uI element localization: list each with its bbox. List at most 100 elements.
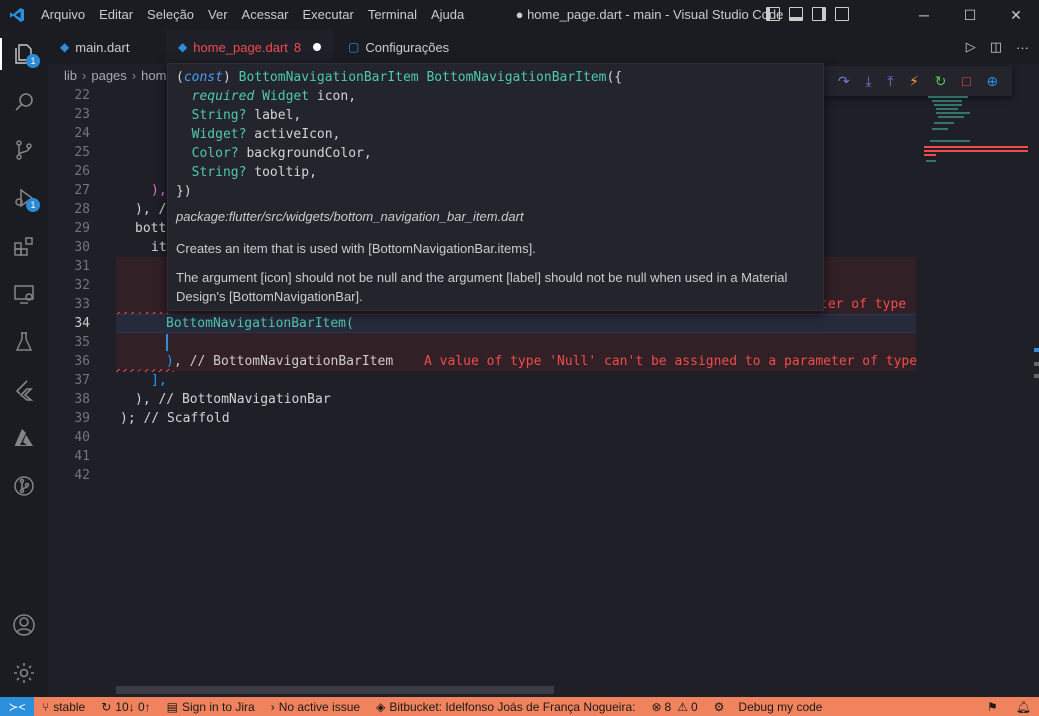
line-number: 31 [74,259,90,274]
vscode-logo-icon [0,0,34,30]
minimap-line [936,108,958,110]
code-line-27: ), [151,183,167,198]
branch-status[interactable]: ⑂ stable [34,700,93,714]
minimap-error-marker [924,150,1028,152]
debug-badge: 1 [26,198,40,212]
error-icon: ⊗ [651,699,662,714]
line-number: 23 [74,107,90,122]
explorer-icon[interactable]: 1 [0,30,48,78]
remote-indicator-icon[interactable]: ≻< [0,697,34,716]
debug-status[interactable]: ⚙ Debug my code [706,700,831,714]
line-number: 41 [74,449,90,464]
dart-file-icon: ◆ [60,40,70,54]
line-number: 39 [74,411,90,426]
dart-file-icon: ◆ [178,40,188,54]
flutter-icon[interactable] [0,366,48,414]
inline-error-message: A value of type 'Null' can't be assigned… [424,354,918,369]
sync-counts: 10↓ 0↑ [115,699,151,714]
tab-configuracoes[interactable]: ▢ Configurações [336,30,466,64]
azure-icon[interactable] [0,414,48,462]
debug-label: Debug my code [738,699,823,714]
tab-label: home_page.dart [193,39,288,55]
extensions-icon[interactable] [0,222,48,270]
hover-description: Creates an item that is used with [Botto… [176,241,536,256]
sync-status[interactable]: ↻ 10↓ 0↑ [93,700,158,714]
menu-ajuda[interactable]: Ajuda [424,0,471,30]
jira-status[interactable]: ▤ Sign in to Jira [159,700,263,714]
git-graph-icon[interactable] [0,462,48,510]
remote-explorer-icon[interactable] [0,270,48,318]
minimap-line [930,140,970,142]
menu-executar[interactable]: Executar [296,0,361,30]
warning-count: 0 [690,699,698,714]
minimap[interactable] [924,86,1028,697]
code-line-28: ), / [135,202,167,217]
menu-terminal[interactable]: Terminal [361,0,424,30]
line-number: 33 [74,297,90,312]
settings-gear-icon[interactable] [0,649,48,697]
ruler-mark [1034,374,1039,378]
breadcrumb: lib › pages › hom [48,64,166,86]
error-line-highlight [116,333,916,352]
tab-main-dart[interactable]: ◆ main.dart [48,30,164,64]
tab-label: Configurações [365,39,450,55]
line-number: 22 [74,88,90,103]
status-right: ⚑ 🔔︎ [987,697,1031,716]
close-icon[interactable]: ✕ [993,0,1039,30]
menu-selecao[interactable]: Seleção [140,0,201,30]
maximize-icon[interactable]: ☐ [947,0,993,30]
testing-icon[interactable] [0,318,48,366]
menu-arquivo[interactable]: Arquivo [34,0,92,30]
activity-bar: 1 1 [0,30,48,697]
settings-file-icon: ▢ [348,40,360,54]
line-number: 42 [74,468,90,483]
notifications-bell-icon[interactable]: 🔔︎ [1016,700,1031,714]
split-editor-icon[interactable]: ◫ [990,39,1002,55]
minimap-line [934,122,954,124]
line-number: 40 [74,430,90,445]
line-number: 24 [74,126,90,141]
problems-count-badge: 8 [293,39,302,55]
run-icon[interactable]: ▷ [966,39,976,55]
minimap-line [928,96,968,98]
hover-signature: (const) BottomNavigationBarItem BottomNa… [176,70,623,199]
warning-icon: ⚠ [677,699,688,714]
breadcrumb-file[interactable]: hom [141,68,166,83]
search-icon[interactable] [0,78,48,126]
unsaved-dot-icon[interactable] [313,43,322,51]
breadcrumb-pages[interactable]: pages [91,68,126,83]
toggle-panel-icon[interactable] [789,7,803,21]
jira-icon: ▤ [166,699,178,714]
menu-ver[interactable]: Ver [201,0,235,30]
active-indicator [0,38,2,70]
more-actions-icon[interactable]: ··· [1016,40,1029,55]
window-controls: ─ ☐ ✕ [901,0,1039,30]
problems-status[interactable]: ⊗ 8 ⚠ 0 [643,700,705,714]
tab-home-page-dart[interactable]: ◆ home_page.dart 8 [166,30,334,64]
minimap-error-marker [924,146,1028,148]
chevron-right-icon: › [82,67,87,83]
toggle-primary-sidebar-icon[interactable] [766,7,780,21]
breadcrumb-lib[interactable]: lib [64,68,77,83]
menu-acessar[interactable]: Acessar [235,0,296,30]
minimap-error-marker [924,154,936,156]
vertical-scrollbar[interactable] [1028,86,1039,697]
issue-status[interactable]: › No active issue [263,700,368,714]
menu-editar[interactable]: Editar [92,0,140,30]
line-number: 28 [74,202,90,217]
customize-layout-icon[interactable] [835,7,849,21]
run-debug-icon[interactable]: 1 [0,174,48,222]
feedback-icon[interactable]: ⚑ [987,700,998,714]
code-line-37: ], [151,373,167,388]
horizontal-scrollbar[interactable] [116,686,554,694]
error-count: 8 [664,699,672,714]
minimize-icon[interactable]: ─ [901,0,947,30]
accounts-icon[interactable] [0,601,48,649]
code-line-30: it [151,240,167,255]
chevron-right-icon: › [270,699,275,714]
bitbucket-status[interactable]: ◈ Bitbucket: Idelfonso Joás de França No… [368,700,643,714]
debug-icon: ⚙ [713,699,725,714]
minimap-line [936,112,970,114]
toggle-secondary-sidebar-icon[interactable] [812,7,826,21]
source-control-icon[interactable] [0,126,48,174]
